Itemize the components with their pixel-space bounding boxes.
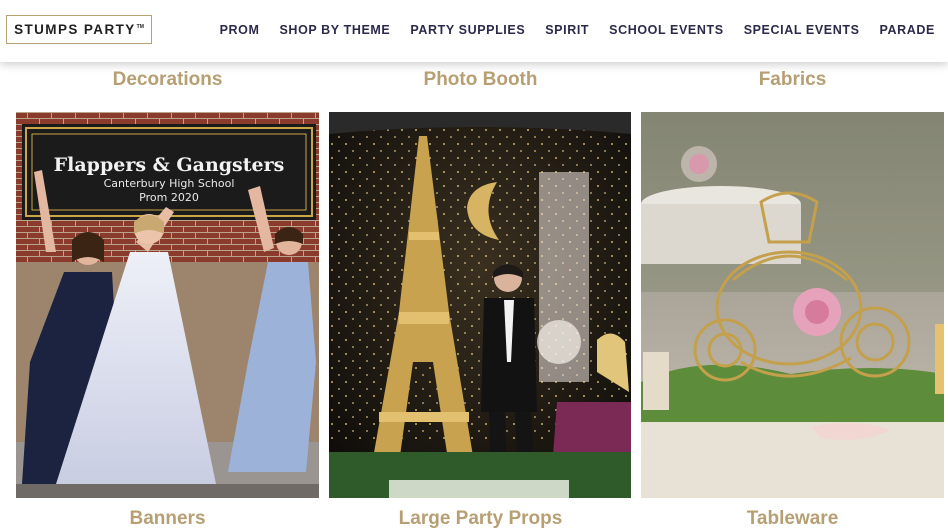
- brand-logo[interactable]: STUMPS PARTY TM: [6, 15, 152, 44]
- category-link-photo-booth[interactable]: Photo Booth: [329, 69, 632, 91]
- category-link-banners[interactable]: Banners: [16, 508, 319, 530]
- banners-photo: Flappers & Gangsters Canterbury High Sch…: [16, 112, 319, 498]
- tableware-photo: [641, 112, 944, 498]
- site-header: STUMPS PARTY TM PROM SHOP BY THEME PARTY …: [0, 0, 948, 62]
- banner-title: Flappers & Gangsters: [54, 154, 285, 176]
- category-link-tableware[interactable]: Tableware: [641, 508, 944, 530]
- category-tile-large-party-props[interactable]: [329, 112, 631, 498]
- nav-item-prom[interactable]: PROM: [220, 23, 260, 37]
- category-tile-banners[interactable]: Flappers & Gangsters Canterbury High Sch…: [16, 112, 319, 498]
- nav-item-school-events[interactable]: SCHOOL EVENTS: [609, 23, 724, 37]
- party-props-photo: [329, 112, 631, 498]
- category-link-decorations[interactable]: Decorations: [16, 69, 319, 91]
- nav-item-special-events[interactable]: SPECIAL EVENTS: [744, 23, 860, 37]
- category-tile-tableware[interactable]: [641, 112, 944, 498]
- nav-item-party-supplies[interactable]: PARTY SUPPLIES: [410, 23, 525, 37]
- banner-school: Canterbury High School: [104, 177, 235, 190]
- nav-item-spirit[interactable]: SPIRIT: [545, 23, 589, 37]
- brand-name: STUMPS PARTY: [14, 22, 136, 37]
- nav-item-parade[interactable]: PARADE: [880, 23, 935, 37]
- category-link-large-party-props[interactable]: Large Party Props: [329, 508, 632, 530]
- trademark-mark: TM: [136, 23, 144, 30]
- nav-item-shop-by-theme[interactable]: SHOP BY THEME: [280, 23, 391, 37]
- main-nav: PROM SHOP BY THEME PARTY SUPPLIES SPIRIT…: [220, 23, 935, 37]
- banner-year: Prom 2020: [139, 191, 199, 204]
- category-link-fabrics[interactable]: Fabrics: [641, 69, 944, 91]
